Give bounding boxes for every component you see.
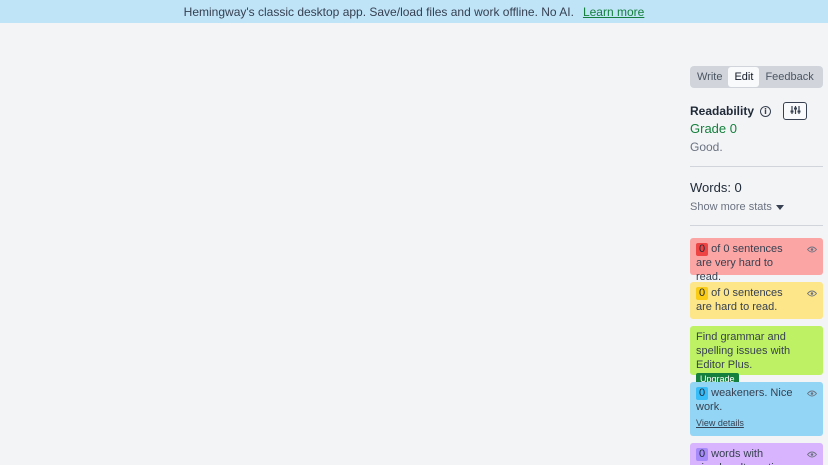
count-badge: 0 (696, 287, 709, 300)
count-badge: 0 (696, 387, 709, 400)
editor-plus-upgrade-card: Find grammar and spelling issues with Ed… (690, 326, 823, 385)
very-hard-sentences-card: 0 of 0 sentences are very hard to read. (690, 238, 823, 283)
readability-heading: Readability i (690, 104, 772, 118)
card-text: words with simpler alternatives. (696, 448, 794, 465)
hard-sentences-card: 0 of 0 sentences are hard to read. (690, 282, 823, 319)
divider (690, 166, 823, 167)
show-more-stats-label: Show more stats (690, 201, 772, 213)
tab-write[interactable]: Write (691, 67, 728, 87)
divider (690, 225, 823, 226)
weakeners-card: 0 weakeners. Nice work. View details (690, 382, 823, 436)
sliders-icon (790, 102, 801, 120)
card-text: of 0 sentences are hard to read. (696, 287, 783, 313)
simpler-words-card: 0words with simpler alternatives. (690, 443, 823, 465)
grade-level: Grade 0 (690, 121, 737, 136)
learn-more-link[interactable]: Learn more (583, 5, 644, 19)
show-more-stats-toggle[interactable]: Show more stats (690, 201, 784, 213)
card-text: of 0 sentences are very hard to read. (696, 243, 783, 283)
caret-down-icon (775, 204, 784, 210)
word-count: Words: 0 (690, 180, 742, 195)
eye-icon[interactable] (806, 387, 818, 401)
tab-edit[interactable]: Edit (728, 67, 760, 87)
card-text: weakeners. Nice work. (696, 387, 793, 413)
tab-feedback[interactable]: Feedback (759, 67, 819, 87)
readability-settings-button[interactable] (783, 102, 807, 120)
eye-icon[interactable] (806, 287, 818, 301)
banner-text: Hemingway's classic desktop app. Save/lo… (183, 4, 574, 19)
eye-icon[interactable] (806, 243, 818, 257)
top-banner: Hemingway's classic desktop app. Save/lo… (0, 0, 828, 23)
info-icon[interactable]: i (760, 105, 772, 117)
count-badge: 0 (696, 448, 709, 461)
grade-description: Good. (690, 140, 723, 154)
card-text: Find grammar and spelling issues with Ed… (696, 331, 791, 371)
count-badge: 0 (696, 243, 709, 256)
mode-tabs: Write Edit Feedback (690, 66, 823, 88)
eye-icon[interactable] (806, 448, 818, 462)
view-details-link[interactable]: View details (696, 416, 744, 430)
readability-label: Readability (690, 104, 755, 118)
